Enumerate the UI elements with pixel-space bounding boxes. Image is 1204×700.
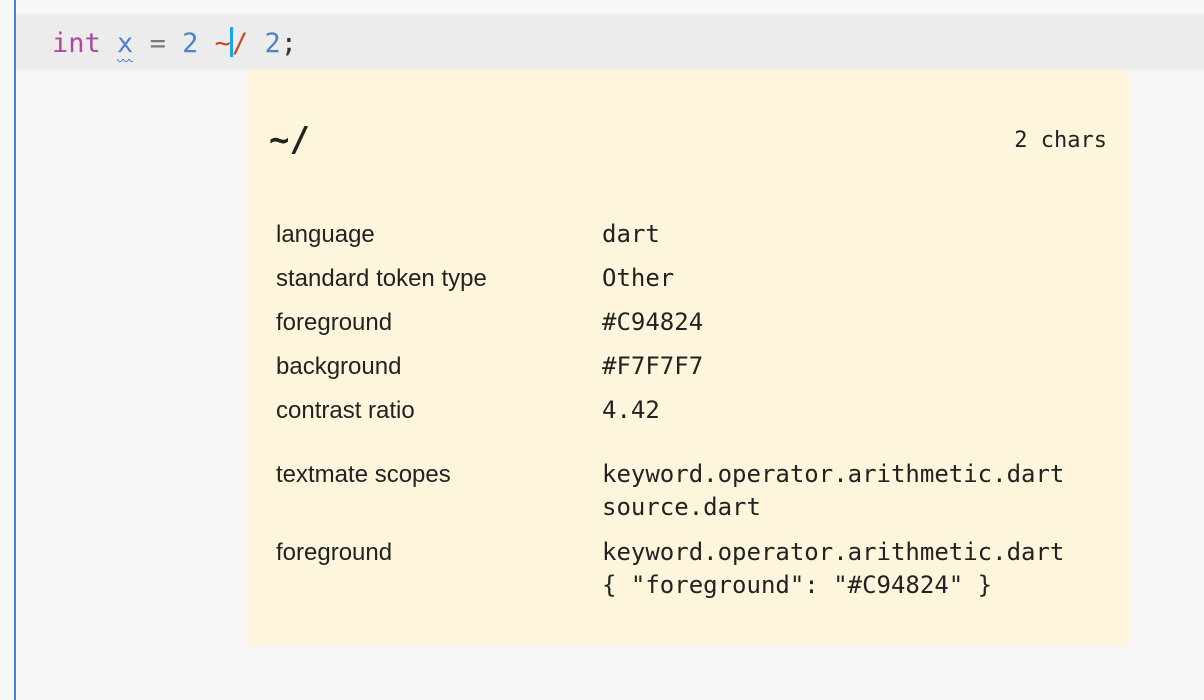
scope-line-1: keyword.operator.arithmetic.dart — [602, 460, 1065, 488]
identifier-token[interactable]: x — [117, 28, 134, 65]
hover-token-length: 2 chars — [1014, 128, 1107, 153]
code-line-1[interactable]: int x = 2 ~/ 2; — [52, 24, 297, 65]
property-row-contrast: contrast ratio 4.42 — [276, 394, 1116, 438]
property-row-background: background #F7F7F7 — [276, 350, 1116, 394]
semicolon[interactable]: ; — [281, 28, 297, 59]
property-value: 4.42 — [602, 396, 660, 424]
property-value: #F7F7F7 — [602, 352, 704, 380]
left-operand[interactable]: 2 — [182, 28, 198, 59]
scope-line-2: source.dart — [602, 493, 761, 521]
property-value: Other — [602, 264, 675, 292]
property-row-textmate-scopes: textmate scopes keyword.operator.arithme… — [276, 458, 1116, 536]
info-squiggle — [117, 59, 134, 65]
property-label: textmate scopes — [276, 461, 451, 488]
identifier-text: x — [117, 28, 134, 59]
property-row-token-type: standard token type Other — [276, 262, 1116, 306]
rule-line-1: keyword.operator.arithmetic.dart — [602, 538, 1065, 566]
rule-line-2: { "foreground": "#C94824" } — [602, 571, 993, 599]
property-label: background — [276, 353, 402, 380]
right-operand[interactable]: 2 — [264, 28, 280, 59]
property-label: standard token type — [276, 265, 487, 292]
property-label: foreground — [276, 309, 393, 336]
property-value: #C94824 — [602, 308, 704, 336]
code-editor[interactable]: int x = 2 ~/ 2; ~/ 2 chars language dart… — [0, 0, 1204, 700]
editor-top-strip — [16, 0, 1204, 14]
assignment-operator[interactable]: = — [150, 28, 166, 59]
property-row-theme-rule: foreground keyword.operator.arithmetic.d… — [276, 536, 1116, 614]
property-row-foreground: foreground #C94824 — [276, 306, 1116, 350]
token-properties: language dart standard token type Other … — [276, 218, 1116, 614]
property-value: dart — [602, 220, 660, 248]
token-inspector-hover: ~/ 2 chars language dart standard token … — [248, 70, 1129, 646]
property-value: keyword.operator.arithmetic.dart source.… — [602, 458, 1064, 524]
operator-token-part2[interactable]: / — [232, 28, 248, 59]
property-row-language: language dart — [276, 218, 1116, 262]
property-value: keyword.operator.arithmetic.dart { "fore… — [602, 536, 1064, 602]
editor-gutter-border — [14, 0, 16, 700]
property-label: contrast ratio — [276, 397, 415, 424]
keyword-token[interactable]: int — [52, 28, 101, 59]
hover-token-title: ~/ — [269, 120, 310, 160]
operator-token-part1[interactable]: ~ — [215, 28, 231, 59]
property-label: language — [276, 221, 375, 248]
property-label: foreground — [276, 539, 393, 566]
